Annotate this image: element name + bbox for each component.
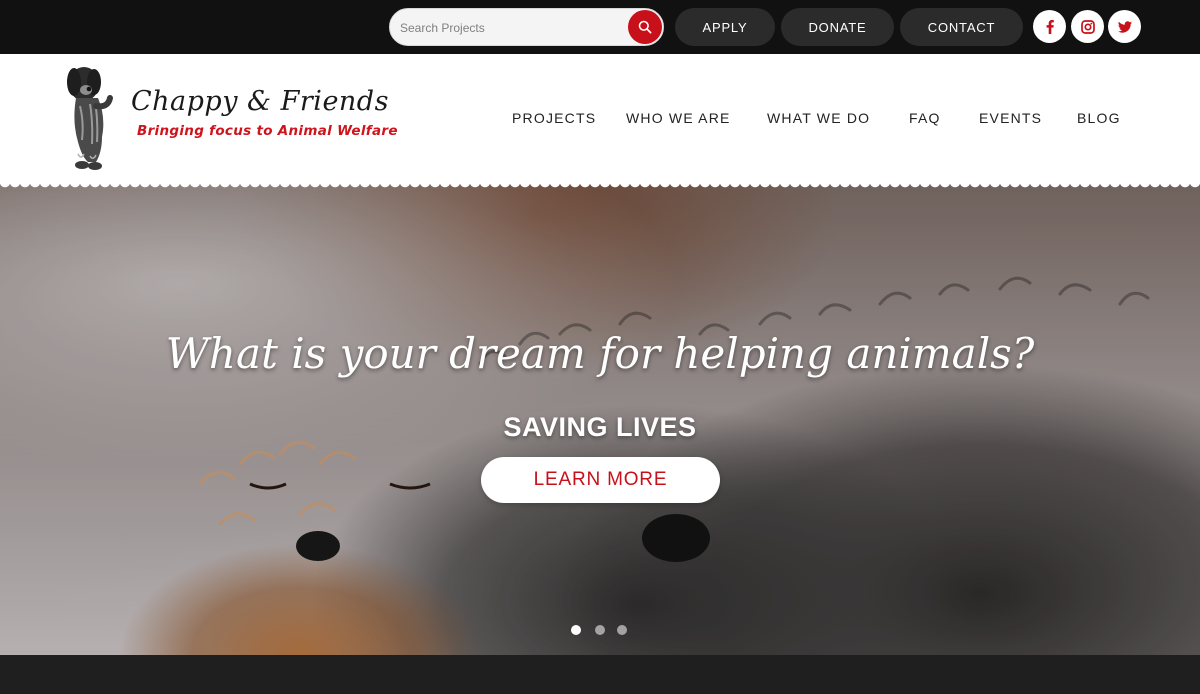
nav-events[interactable]: EVENTS [979, 110, 1042, 126]
instagram-icon [1080, 19, 1095, 34]
brand-tagline: Bringing focus to Animal Welfare [137, 123, 398, 139]
hero-title: What is your dream for helping animals? [165, 329, 1035, 378]
search-icon [638, 20, 652, 34]
learn-more-button[interactable]: LEARN MORE [481, 457, 720, 503]
nav-what-we-do[interactable]: WHAT WE DO [767, 110, 870, 126]
apply-button[interactable]: APPLY [675, 8, 775, 46]
nav-faq[interactable]: FAQ [909, 110, 941, 126]
search-box [389, 8, 664, 46]
facebook-link[interactable] [1033, 10, 1066, 43]
nav-who-we-are[interactable]: WHO WE ARE [626, 110, 731, 126]
donate-button[interactable]: DONATE [781, 8, 894, 46]
hero-subtitle: SAVING LIVES [503, 412, 697, 442]
slider-dot-2[interactable] [595, 625, 605, 635]
nav-projects[interactable]: PROJECTS [512, 110, 596, 126]
instagram-link[interactable] [1071, 10, 1104, 43]
hero-slider: What is your dream for helping animals? … [0, 184, 1200, 655]
nav-blog[interactable]: BLOG [1077, 110, 1121, 126]
contact-button[interactable]: CONTACT [900, 8, 1023, 46]
logo-dog-icon[interactable] [62, 62, 120, 172]
slider-dots [571, 625, 631, 637]
slider-dot-3[interactable] [617, 625, 627, 635]
brand-name[interactable]: Chappy & Friends [131, 86, 389, 117]
search-input[interactable] [400, 18, 615, 38]
top-utility-bar: APPLY DONATE CONTACT [0, 0, 1200, 54]
twitter-icon [1117, 20, 1132, 33]
scalloped-divider [0, 182, 1200, 191]
footer-band [0, 655, 1200, 694]
search-button[interactable] [628, 10, 662, 44]
slider-dot-1[interactable] [571, 625, 581, 635]
facebook-icon [1046, 19, 1054, 34]
twitter-link[interactable] [1108, 10, 1141, 43]
